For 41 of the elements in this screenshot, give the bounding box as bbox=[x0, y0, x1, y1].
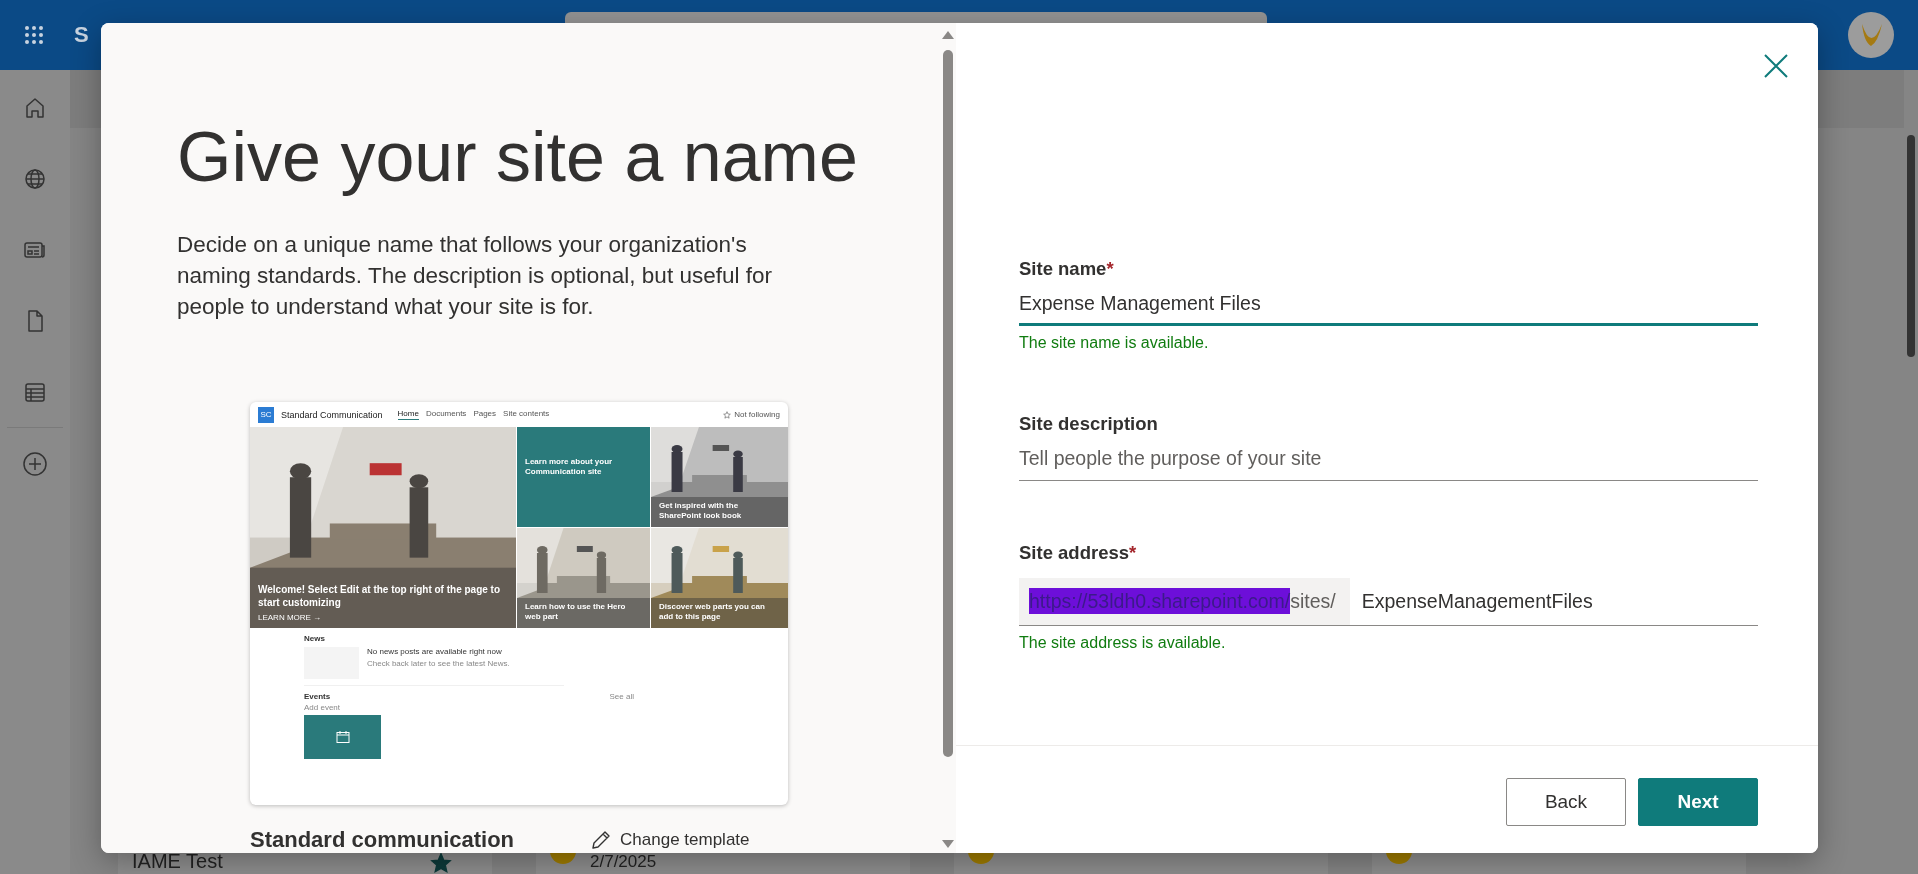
site-title: IAME Test bbox=[132, 850, 223, 873]
validation-message: The site name is available. bbox=[1019, 334, 1210, 352]
field-label: Site description bbox=[1019, 413, 1159, 435]
star-icon[interactable] bbox=[430, 852, 452, 874]
close-icon[interactable] bbox=[1763, 53, 1789, 79]
dialog-scrollbar[interactable] bbox=[939, 23, 956, 853]
dialog-title: Give your site a name bbox=[177, 117, 859, 198]
date-text: 2/7/2025 bbox=[590, 852, 657, 872]
news-empty-title: No news posts are available right now bbox=[367, 647, 503, 656]
news-empty-text: Check back later to see the latest News. bbox=[367, 659, 510, 668]
back-button[interactable]: Back bbox=[1506, 778, 1626, 826]
section-heading: News bbox=[304, 634, 326, 643]
star-icon[interactable] bbox=[723, 410, 732, 419]
section-heading: Events bbox=[304, 692, 331, 701]
nav-link[interactable]: Home bbox=[397, 409, 419, 420]
nav-link[interactable]: Pages bbox=[473, 409, 497, 420]
calendar-icon bbox=[335, 731, 350, 743]
site-title: Standard Communication bbox=[281, 409, 383, 420]
field-label: Site address* bbox=[1019, 542, 1138, 564]
avatar-icon[interactable] bbox=[1848, 12, 1894, 58]
see-all-link[interactable]: See all bbox=[609, 692, 634, 701]
dialog-description: Decide on a unique name that follows your organization's naming standards. The description is optional, but useful for people to understand what your site is for. bbox=[177, 231, 773, 321]
next-button[interactable]: Next bbox=[1638, 778, 1758, 826]
tile-caption[interactable]: Learn more about your Communication site bbox=[525, 457, 642, 477]
address-prefix: https://53ldh0.sharepoint.com/sites/ bbox=[1019, 578, 1350, 626]
site-logo: SC bbox=[258, 406, 274, 423]
field-label: Site name* bbox=[1019, 258, 1115, 280]
add-event-link[interactable]: Add event bbox=[304, 703, 788, 712]
follow-link[interactable]: Not following bbox=[734, 410, 780, 419]
nav-link[interactable]: Site contents bbox=[503, 409, 550, 420]
validation-message: The site address is available. bbox=[1019, 634, 1227, 652]
globe-icon[interactable] bbox=[23, 167, 47, 191]
app-launcher-icon[interactable] bbox=[24, 25, 44, 45]
text-field[interactable]: Tell people the purpose of your site bbox=[1019, 435, 1758, 481]
text-field[interactable]: Expense Management Files bbox=[1019, 280, 1758, 326]
home-icon[interactable] bbox=[23, 96, 47, 120]
app-title: S bbox=[74, 22, 89, 48]
nav-link[interactable]: Documents bbox=[425, 409, 467, 420]
list-icon[interactable] bbox=[23, 380, 47, 404]
address-field[interactable]: ExpenseManagementFiles bbox=[1349, 578, 1758, 626]
add-icon[interactable] bbox=[22, 451, 48, 477]
